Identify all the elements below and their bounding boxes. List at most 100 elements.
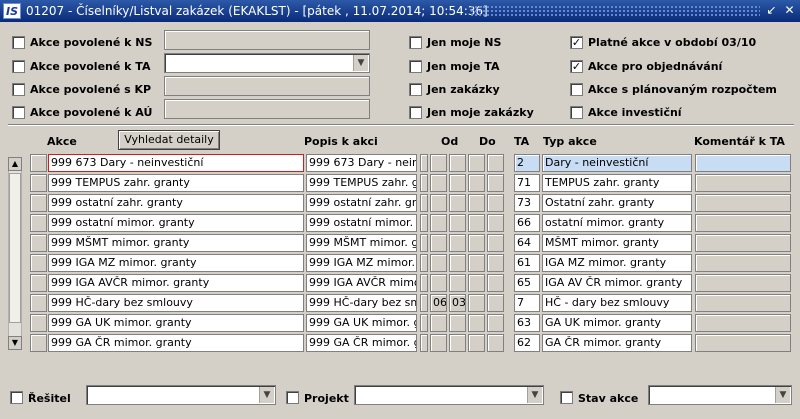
cell-typ[interactable]: Ostatní zahr. granty [542, 194, 692, 212]
row-selector[interactable] [468, 234, 485, 252]
row-selector[interactable] [420, 314, 428, 332]
investicni-checkbox[interactable] [570, 106, 583, 119]
row-selector[interactable] [487, 274, 504, 292]
row-selector[interactable] [487, 154, 504, 172]
row-selector[interactable] [468, 254, 485, 272]
row-selector[interactable] [487, 214, 504, 232]
cell-popis[interactable]: 999 TEMPUS zahr. granty [306, 174, 417, 192]
cell-typ[interactable]: GA ČR mimor. granty [542, 334, 692, 352]
cell-do[interactable] [449, 234, 466, 252]
cell-typ[interactable]: TEMPUS zahr. granty [542, 174, 692, 192]
projekt-select[interactable]: ▼ [354, 385, 544, 405]
cell-komentar[interactable] [695, 314, 791, 332]
ta-select[interactable]: ▼ [164, 53, 370, 73]
row-selector[interactable] [30, 174, 47, 192]
row-selector[interactable] [30, 254, 47, 272]
cell-ta[interactable]: 73 [514, 194, 540, 212]
projekt-checkbox[interactable] [286, 391, 299, 404]
cell-typ[interactable]: IGA AV ČR mimor. granty [542, 274, 692, 292]
cell-popis[interactable]: 999 GA UK mimor. granty [306, 314, 417, 332]
cell-ta[interactable]: 63 [514, 314, 540, 332]
row-selector[interactable] [487, 254, 504, 272]
cell-do[interactable] [449, 314, 466, 332]
cell-typ[interactable]: HČ - dary bez smlouvy [542, 294, 692, 312]
cell-typ[interactable]: IGA MZ mimor. granty [542, 254, 692, 272]
cell-do[interactable] [449, 254, 466, 272]
platne-checkbox[interactable]: ✓ [570, 36, 583, 49]
ns-checkbox[interactable] [12, 36, 25, 49]
cell-akce[interactable]: 999 ostatní zahr. granty [48, 194, 304, 212]
jen-ns-checkbox[interactable] [409, 36, 422, 49]
row-selector[interactable] [487, 314, 504, 332]
row-selector[interactable] [30, 154, 47, 172]
cell-komentar[interactable] [695, 254, 791, 272]
chevron-down-icon[interactable]: ▼ [775, 387, 790, 403]
cell-typ[interactable]: GA UK mimor. granty [542, 314, 692, 332]
kp-checkbox[interactable] [12, 83, 25, 96]
cell-akce[interactable]: 999 ostatní mimor. granty [48, 214, 304, 232]
cell-od[interactable] [430, 334, 447, 352]
close-icon[interactable]: ✕ [781, 2, 798, 19]
cell-popis[interactable]: 999 MŠMT mimor. granty [306, 234, 417, 252]
row-selector[interactable] [30, 234, 47, 252]
row-selector[interactable] [420, 274, 428, 292]
cell-akce[interactable]: 999 HČ-dary bez smlouvy [48, 294, 304, 312]
row-selector[interactable] [487, 174, 504, 192]
cell-do[interactable] [449, 154, 466, 172]
cell-od[interactable] [430, 254, 447, 272]
cell-akce[interactable]: 999 GA UK mimor. granty [48, 314, 304, 332]
cell-ta[interactable]: 62 [514, 334, 540, 352]
au-checkbox[interactable] [12, 106, 25, 119]
cell-ta[interactable]: 7 [514, 294, 540, 312]
row-selector[interactable] [30, 334, 47, 352]
vyhledat-detaily-button[interactable]: Vyhledat detaily [118, 130, 220, 150]
cell-od[interactable] [430, 274, 447, 292]
cell-ta[interactable]: 64 [514, 234, 540, 252]
row-selector[interactable] [420, 234, 428, 252]
row-selector[interactable] [30, 314, 47, 332]
cell-od[interactable] [430, 214, 447, 232]
row-selector[interactable] [468, 274, 485, 292]
scroll-thumb[interactable] [9, 173, 21, 323]
cell-popis[interactable]: 999 IGA MZ mimor. granty [306, 254, 417, 272]
chevron-down-icon[interactable]: ▼ [259, 387, 274, 403]
row-selector[interactable] [420, 154, 428, 172]
cell-komentar[interactable] [695, 274, 791, 292]
chevron-down-icon[interactable]: ▼ [527, 387, 542, 403]
jen-moje-zakazky-checkbox[interactable] [409, 106, 422, 119]
resitel-select[interactable]: ▼ [86, 385, 276, 405]
cell-popis[interactable]: 999 IGA AVČR mimor. granty [306, 274, 417, 292]
cell-do[interactable] [449, 214, 466, 232]
cell-akce[interactable]: 999 TEMPUS zahr. granty [48, 174, 304, 192]
row-selector[interactable] [420, 254, 428, 272]
row-selector[interactable] [487, 194, 504, 212]
cell-do[interactable] [449, 194, 466, 212]
cell-typ[interactable]: MŠMT mimor. granty [542, 234, 692, 252]
row-selector[interactable] [487, 234, 504, 252]
row-selector[interactable] [468, 214, 485, 232]
resitel-checkbox[interactable] [10, 391, 23, 404]
grid-scrollbar[interactable]: ▲ ▼ [8, 157, 22, 350]
cell-popis[interactable]: 999 ostatní mimor. granty [306, 214, 417, 232]
cell-komentar[interactable] [695, 234, 791, 252]
row-selector[interactable] [468, 194, 485, 212]
cell-akce[interactable]: 999 GA ČR mimor. granty [48, 334, 304, 352]
rozpocet-checkbox[interactable] [570, 83, 583, 96]
row-selector[interactable] [468, 294, 485, 312]
scroll-down-icon[interactable]: ▼ [8, 336, 22, 350]
cell-akce[interactable]: 999 MŠMT mimor. granty [48, 234, 304, 252]
cell-od[interactable] [430, 154, 447, 172]
row-selector[interactable] [30, 294, 47, 312]
cell-komentar[interactable] [695, 294, 791, 312]
ta-checkbox[interactable] [12, 60, 25, 73]
cell-od[interactable]: 06 [430, 294, 447, 312]
cell-ta[interactable]: 2 [514, 154, 540, 172]
cell-ta[interactable]: 61 [514, 254, 540, 272]
row-selector[interactable] [420, 334, 428, 352]
cell-od[interactable] [430, 314, 447, 332]
jen-zakazky-checkbox[interactable] [409, 83, 422, 96]
cell-ta[interactable]: 66 [514, 214, 540, 232]
chevron-down-icon[interactable]: ▼ [353, 55, 368, 71]
row-selector[interactable] [420, 174, 428, 192]
minimize-icon[interactable]: ↙ [763, 2, 780, 19]
